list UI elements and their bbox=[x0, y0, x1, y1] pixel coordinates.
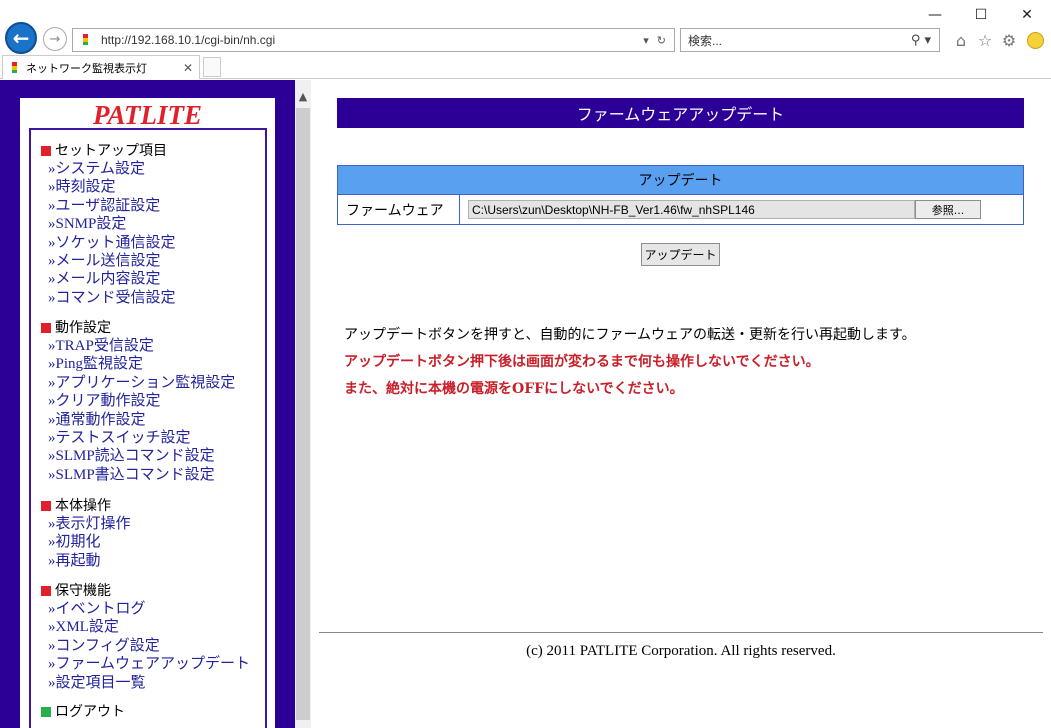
footer-divider bbox=[319, 632, 1043, 633]
tab-strip: ネットワーク監視表示灯 ✕ bbox=[0, 55, 1051, 79]
nav-section-device: 本体操作 »表示灯操作 »初期化 »再起動 bbox=[41, 497, 131, 570]
nav-link-trap[interactable]: »TRAP受信設定 bbox=[41, 337, 235, 355]
search-icon[interactable]: ⚲ ▾ bbox=[911, 33, 931, 48]
nav-link-reboot[interactable]: »再起動 bbox=[41, 552, 131, 570]
nav-frame: PATLITE セットアップ項目 »システム設定 »時刻設定 »ユーザ認証設定 … bbox=[0, 80, 295, 728]
page-favicon-icon bbox=[83, 34, 88, 45]
nav-link-slmp-read[interactable]: »SLMP読込コマンド設定 bbox=[41, 447, 235, 465]
warning-message-power: また、絶対に本機の電源をOFFにしないでください。 bbox=[344, 381, 684, 397]
nav-link-ping[interactable]: »Ping監視設定 bbox=[41, 355, 235, 373]
nav-link-firmware-update[interactable]: »ファームウェアアップデート bbox=[41, 655, 250, 673]
arrow-right-icon: → bbox=[49, 31, 61, 47]
firmware-label: ファームウェア bbox=[338, 195, 460, 224]
section-heading: 本体操作 bbox=[41, 497, 131, 515]
nav-link-system[interactable]: »システム設定 bbox=[41, 160, 176, 178]
section-heading: セットアップ項目 bbox=[41, 142, 176, 160]
back-button[interactable]: ← bbox=[5, 22, 37, 54]
nav-link-snmp[interactable]: »SNMP設定 bbox=[41, 215, 176, 233]
nav-panel: PATLITE セットアップ項目 »システム設定 »時刻設定 »ユーザ認証設定 … bbox=[20, 98, 275, 728]
update-table: アップデート ファームウェア C:\Users\zun\Desktop\NH-F… bbox=[337, 165, 1024, 225]
section-heading: 動作設定 bbox=[41, 319, 235, 337]
nav-link-initialize[interactable]: »初期化 bbox=[41, 533, 131, 551]
nav-menu: セットアップ項目 »システム設定 »時刻設定 »ユーザ認証設定 »SNMP設定 … bbox=[29, 128, 267, 728]
red-square-icon bbox=[41, 323, 51, 333]
nav-link-slmp-write[interactable]: »SLMP書込コマンド設定 bbox=[41, 466, 235, 484]
red-square-icon bbox=[41, 501, 51, 511]
patlite-logo: PATLITE bbox=[92, 100, 202, 130]
nav-link-config[interactable]: »コンフィグ設定 bbox=[41, 637, 250, 655]
page-title: ファームウェアアップデート bbox=[337, 98, 1024, 128]
section-heading: 保守機能 bbox=[41, 582, 250, 600]
nav-link-time[interactable]: »時刻設定 bbox=[41, 178, 176, 196]
nav-logout[interactable]: ログアウト bbox=[41, 703, 125, 721]
tab-title: ネットワーク監視表示灯 bbox=[26, 61, 147, 75]
nav-link-user-auth[interactable]: »ユーザ認証設定 bbox=[41, 197, 176, 215]
table-row: ファームウェア C:\Users\zun\Desktop\NH-FB_Ver1.… bbox=[338, 195, 1023, 224]
warning-message: アップデートボタン押下後は画面が変わるまで何も操作しないでください。 bbox=[344, 354, 820, 370]
favorites-star-icon[interactable]: ☆ bbox=[974, 28, 996, 52]
red-square-icon bbox=[41, 586, 51, 596]
table-header: アップデート bbox=[338, 166, 1023, 195]
search-box[interactable]: 検索... ⚲ ▾ bbox=[680, 28, 940, 52]
close-window-button[interactable]: ✕ bbox=[1004, 4, 1050, 26]
info-message: アップデートボタンを押すと、自動的にファームウェアの転送・更新を行い再起動します… bbox=[344, 327, 916, 343]
tab-active[interactable]: ネットワーク監視表示灯 ✕ bbox=[2, 55, 200, 79]
home-icon[interactable]: ⌂ bbox=[950, 28, 972, 52]
main-content: ファームウェアアップデート アップデート ファームウェア C:\Users\zu… bbox=[311, 80, 1051, 728]
red-square-icon bbox=[41, 146, 51, 156]
nav-link-event-log[interactable]: »イベントログ bbox=[41, 600, 250, 618]
settings-gear-icon[interactable]: ⚙ bbox=[998, 28, 1020, 52]
address-bar[interactable]: http://192.168.10.1/cgi-bin/nh.cgi ▾ ↻ bbox=[72, 28, 675, 52]
close-tab-icon[interactable]: ✕ bbox=[183, 61, 193, 75]
nav-link-light-control[interactable]: »表示灯操作 bbox=[41, 515, 131, 533]
nav-link-xml[interactable]: »XML設定 bbox=[41, 618, 250, 636]
file-input[interactable]: C:\Users\zun\Desktop\NH-FB_Ver1.46\fw_nh… bbox=[460, 195, 1023, 224]
tab-favicon-icon bbox=[12, 61, 17, 73]
refresh-icon[interactable]: ↻ bbox=[657, 34, 666, 47]
address-dropdown-icon[interactable]: ▾ bbox=[643, 34, 649, 47]
nav-scrollbar[interactable]: ▲ bbox=[295, 80, 311, 728]
feedback-smiley-icon[interactable] bbox=[1024, 28, 1046, 52]
nav-link-app-monitor[interactable]: »アプリケーション監視設定 bbox=[41, 374, 235, 392]
arrow-left-icon: ← bbox=[12, 26, 30, 50]
nav-link-settings-list[interactable]: »設定項目一覧 bbox=[41, 674, 250, 692]
nav-link-clear[interactable]: »クリア動作設定 bbox=[41, 392, 235, 410]
scroll-up-icon[interactable]: ▲ bbox=[295, 90, 311, 106]
update-button[interactable]: アップデート bbox=[641, 243, 720, 266]
new-tab-button[interactable] bbox=[203, 57, 221, 77]
green-square-icon bbox=[41, 707, 51, 717]
file-path-field[interactable]: C:\Users\zun\Desktop\NH-FB_Ver1.46\fw_nh… bbox=[468, 200, 915, 219]
nav-section-maintenance: 保守機能 »イベントログ »XML設定 »コンフィグ設定 »ファームウェアアップ… bbox=[41, 582, 250, 692]
url-text[interactable]: http://192.168.10.1/cgi-bin/nh.cgi bbox=[101, 33, 643, 47]
nav-section-setup: セットアップ項目 »システム設定 »時刻設定 »ユーザ認証設定 »SNMP設定 … bbox=[41, 142, 176, 307]
browse-button[interactable]: 参照... bbox=[915, 200, 981, 219]
nav-link-test-switch[interactable]: »テストスイッチ設定 bbox=[41, 429, 235, 447]
minimize-button[interactable]: — bbox=[912, 4, 958, 26]
maximize-button[interactable]: ☐ bbox=[958, 4, 1004, 26]
nav-link-socket[interactable]: »ソケット通信設定 bbox=[41, 234, 176, 252]
nav-section-operation: 動作設定 »TRAP受信設定 »Ping監視設定 »アプリケーション監視設定 »… bbox=[41, 319, 235, 484]
scroll-thumb[interactable] bbox=[296, 108, 310, 720]
nav-link-mail-send[interactable]: »メール送信設定 bbox=[41, 252, 176, 270]
search-input[interactable]: 検索... bbox=[688, 32, 911, 49]
copyright-text: (c) 2011 PATLITE Corporation. All rights… bbox=[526, 643, 836, 659]
logout-link[interactable]: ログアウト bbox=[55, 703, 125, 721]
nav-link-command-receive[interactable]: »コマンド受信設定 bbox=[41, 289, 176, 307]
forward-button[interactable]: → bbox=[43, 27, 67, 51]
nav-link-normal[interactable]: »通常動作設定 bbox=[41, 411, 235, 429]
nav-link-mail-content[interactable]: »メール内容設定 bbox=[41, 270, 176, 288]
